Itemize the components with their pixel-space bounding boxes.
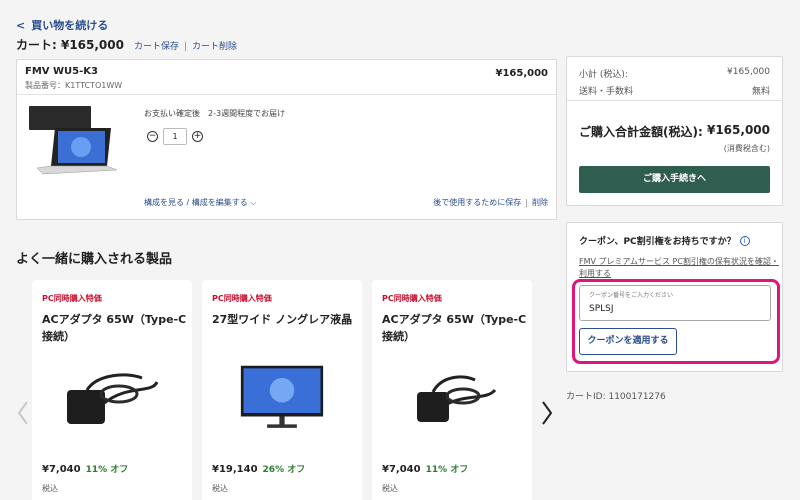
plus-icon[interactable]: + [192, 131, 203, 142]
product-badge: PC同時購入特価 [382, 294, 442, 303]
continue-shopping-link[interactable]: < 買い物を続ける [16, 17, 108, 33]
discount-label: 26% オフ [262, 465, 306, 475]
tax-note: (消費税含む) [723, 144, 770, 153]
grand-total-label: ご購入合計金額(税込): [579, 125, 703, 139]
item-price: ¥165,000 [495, 68, 548, 79]
ac-adapter-image [417, 375, 497, 422]
order-summary: 小計 (税込): ¥165,000 送料・手数料 無料 ご購入合計金額(税込): ¥1… [566, 56, 783, 206]
product-badge: PC同時購入特価 [42, 294, 102, 303]
tax-label: 税込 [212, 484, 228, 493]
cart-delete-link[interactable]: カート削除 [192, 39, 237, 52]
laptop-image[interactable] [27, 104, 119, 186]
product-card[interactable]: PC同時購入特価 ACアダプタ 65W（Type-C接続） ¥7,040 11% … [32, 280, 192, 500]
shipping-row: 送料・手数料 無料 [579, 84, 770, 97]
chevron-right-icon[interactable] [537, 398, 557, 428]
product-name[interactable]: ACアダプタ 65W（Type-C接続） [382, 311, 527, 345]
cart-id: カートID: 1100171276 [566, 392, 666, 402]
ac-adapter-image [67, 373, 159, 424]
cart-title: カート: ¥165,000 [16, 38, 124, 52]
item-name: FMV WU5-K3 [25, 66, 98, 77]
shipping-label: 送料・手数料 [579, 87, 634, 97]
product-badge: PC同時購入特価 [212, 294, 272, 303]
product-price-line: ¥7,040 11% オフ [382, 462, 468, 475]
shipping-note: お支払い確定後 2-3週間程度でお届け [144, 109, 286, 118]
apply-coupon-button[interactable]: クーポンを適用する [579, 328, 677, 355]
info-icon[interactable]: i [739, 235, 750, 246]
subtotal-row: 小計 (税込): ¥165,000 [579, 67, 770, 80]
product-price: ¥7,040 [382, 464, 421, 475]
tax-label: 税込 [42, 484, 58, 493]
discount-label: 11% オフ [85, 465, 129, 475]
product-price: ¥19,140 [212, 464, 258, 475]
save-later-link[interactable]: 後で使用するために保存 [433, 198, 521, 207]
coupon-title: クーポン、PC割引権をお持ちですか？ i [579, 234, 750, 247]
grand-total-value: ¥165,000 [706, 123, 770, 137]
product-name[interactable]: ACアダプタ 65W（Type-C接続） [42, 311, 187, 345]
item-code: 製品番号：K1TTCTO1WW [25, 81, 123, 90]
product-name[interactable]: 27型ワイド ノングレア液晶 [212, 311, 357, 328]
quantity-value[interactable]: 1 [163, 128, 187, 145]
cart-header: カート: ¥165,000 カート保存 | カート削除 [16, 36, 237, 53]
discount-label: 11% オフ [425, 465, 469, 475]
item-actions: 後で使用するために保存 | 削除 [433, 197, 548, 208]
minus-icon[interactable]: − [147, 131, 158, 142]
monitor-image [240, 365, 324, 428]
divider [567, 100, 782, 101]
product-price-line: ¥19,140 26% オフ [212, 462, 305, 475]
grand-total-row: ご購入合計金額(税込): ¥165,000 [579, 123, 770, 140]
cart-item-card: FMV WU5-K3 製品番号：K1TTCTO1WW ¥165,000 お支払い… [16, 59, 557, 220]
divider: | [525, 198, 528, 207]
continue-shopping-label: 買い物を続ける [31, 19, 109, 32]
section-title: よく一緒に購入される製品 [16, 252, 173, 267]
coupon-value: SPLSJ [589, 304, 614, 314]
chevron-left-icon[interactable] [13, 398, 33, 428]
coupon-title-text: クーポン、PC割引権をお持ちですか？ [579, 237, 736, 247]
chevron-down-icon: ⌵ [250, 198, 257, 207]
coupon-placeholder: クーポン番号をご入力ください [589, 292, 674, 299]
subtotal-value: ¥165,000 [727, 67, 770, 77]
product-card[interactable]: PC同時購入特価 ACアダプタ 65W（Type-C接続） ¥7,040 11% … [372, 280, 532, 500]
product-price-line: ¥7,040 11% オフ [42, 462, 128, 475]
coupon-input[interactable]: クーポン番号をご入力ください SPLSJ [579, 285, 771, 321]
remove-link[interactable]: 削除 [532, 198, 548, 207]
cart-save-link[interactable]: カート保存 [134, 39, 179, 52]
subtotal-label: 小計 (税込): [579, 70, 628, 80]
product-price: ¥7,040 [42, 464, 81, 475]
chevron-left-icon: < [16, 19, 26, 32]
config-link-label: 構成を見る / 構成を編集する [144, 198, 248, 207]
shipping-value: 無料 [751, 87, 770, 97]
product-card[interactable]: PC同時購入特価 27型ワイド ノングレア液晶 ¥19,140 26% オフ 税込 [202, 280, 362, 500]
quantity-stepper: − 1 + [147, 128, 203, 145]
divider: | [184, 42, 188, 52]
config-link[interactable]: 構成を見る / 構成を編集する ⌵ [144, 197, 256, 208]
premium-service-link[interactable]: FMV プレミアムサービス PC割引権の保有状況を確認・利用する [579, 256, 779, 280]
tax-label: 税込 [382, 484, 398, 493]
divider [17, 94, 556, 95]
checkout-button[interactable]: ご購入手続きへ [579, 166, 770, 193]
